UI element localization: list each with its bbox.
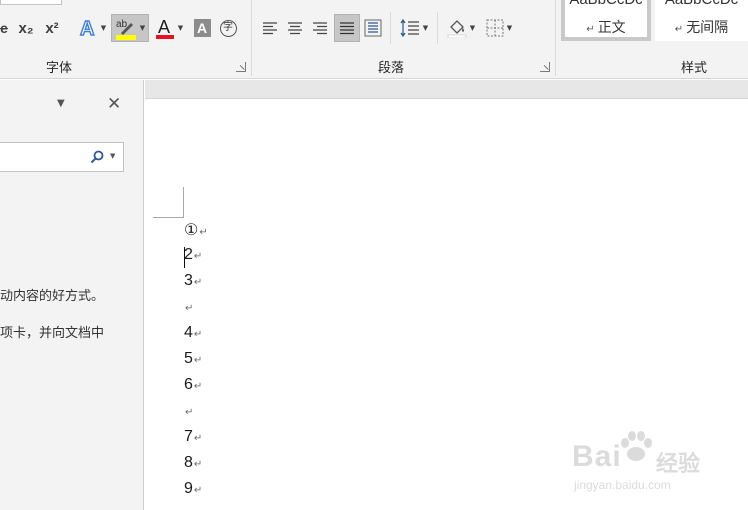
pane-options-chevron-icon[interactable]: ▼ (57, 98, 65, 109)
paragraph-internal-separator (437, 12, 438, 44)
chevron-down-icon[interactable]: ▼ (423, 24, 428, 32)
document-line[interactable]: 8↵ (184, 454, 202, 478)
strikethrough-icon: e (0, 20, 8, 36)
paragraph-mark-icon: ↵ (199, 227, 208, 238)
text-effects-button[interactable]: A ▼ (74, 15, 110, 41)
chevron-down-icon[interactable]: ▼ (101, 24, 106, 32)
search-icon[interactable] (90, 150, 104, 164)
style-normal[interactable]: AaBbCcDc ↵正文 (561, 0, 651, 41)
chevron-down-icon[interactable]: ▼ (470, 24, 475, 32)
page-margin-marker (153, 187, 184, 218)
align-center-button[interactable] (284, 15, 306, 41)
document-line[interactable]: ①↵ (184, 220, 208, 244)
line-spacing-button[interactable]: ▼ (396, 15, 432, 41)
styles-group-label: 样式 (681, 61, 708, 76)
justify-icon (340, 22, 354, 35)
style-name: 无间隔 (686, 20, 729, 36)
paragraph-group-label: 段落 (378, 61, 405, 76)
chevron-down-icon[interactable]: ▼ (110, 152, 115, 160)
ribbon: e x₂ x² A ▼ ab ▼ A ▼ A 字 字体 ▼ ▼ ▼ 段落 ↵ 正… (0, 0, 748, 79)
document-line[interactable]: 3↵ (184, 272, 202, 296)
paw-logo-icon (621, 431, 652, 461)
enclosed-character-icon: 字 (219, 19, 237, 37)
text-effects-icon: A (79, 17, 95, 39)
strikethrough-button[interactable]: e (0, 15, 12, 41)
enclose-characters-button[interactable]: 字 (217, 15, 239, 41)
align-right-button[interactable] (309, 15, 331, 41)
align-center-icon (288, 22, 302, 35)
justify-button[interactable] (334, 14, 360, 42)
style-no-spacing[interactable]: AaBbCcDc ↵无间隔 (655, 0, 748, 41)
document-line[interactable]: ↵ (184, 298, 193, 322)
document-line[interactable]: 9↵ (184, 480, 202, 504)
watermark-url: jingyan.baidu.com (574, 478, 671, 492)
baidu-jingyan-watermark: Bai 经验 jingyan.baidu.com (572, 430, 742, 500)
watermark-brand-suffix: 经验 (656, 452, 701, 477)
document-line[interactable]: ↵ (184, 402, 193, 426)
group-separator (555, 0, 556, 76)
superscript-button[interactable]: x² (40, 15, 64, 41)
close-icon[interactable]: ✕ (107, 94, 121, 114)
document-line[interactable]: 4↵ (184, 324, 202, 348)
highlight-button[interactable]: ab ▼ (111, 14, 149, 42)
group-separator (251, 0, 252, 76)
paragraph-mark-icon: ↵ (193, 459, 203, 470)
borders-button[interactable]: ▼ (481, 15, 517, 41)
paragraph-internal-separator (390, 12, 391, 44)
font-size-box[interactable] (0, 0, 62, 5)
style-preview: AaBbCcDc (655, 0, 748, 8)
paragraph-mark-icon: ↵ (193, 329, 203, 340)
chevron-down-icon[interactable]: ▼ (140, 24, 145, 32)
paragraph-mark-icon: ↵ (586, 24, 595, 35)
paragraph-mark-icon: ↵ (193, 381, 203, 392)
align-left-icon (263, 22, 277, 35)
subscript-icon: x₂ (18, 19, 34, 37)
subscript-button[interactable]: x₂ (14, 15, 38, 41)
svg-text:A: A (80, 18, 94, 39)
paragraph-mark-icon: ↵ (193, 433, 203, 444)
distributed-button[interactable] (362, 15, 384, 41)
document-line[interactable]: 7↵ (184, 428, 202, 452)
paragraph-mark-icon: ↵ (193, 251, 203, 262)
highlight-color-bar (115, 35, 136, 40)
watermark-brand: Bai (572, 440, 622, 473)
paragraph-mark-icon: ↵ (193, 355, 203, 366)
ruler (145, 80, 748, 99)
paragraph-mark-icon: ↵ (185, 407, 194, 418)
borders-icon (486, 19, 504, 37)
align-left-button[interactable] (259, 15, 281, 41)
style-name: 正文 (597, 20, 626, 36)
chevron-down-icon[interactable]: ▼ (178, 24, 183, 32)
font-group-label: 字体 (46, 61, 73, 76)
font-color-icon: A (155, 17, 174, 39)
character-shading-icon: A (193, 19, 211, 37)
nav-help-text-line-2: 项卡，并向文档中 (0, 326, 105, 341)
nav-help-text-line-1: 动内容的好方式。 (0, 289, 105, 304)
font-color-bar (155, 35, 174, 39)
shading-button[interactable]: ▼ (443, 15, 479, 41)
navigation-pane: ▼ ✕ ▼ 动内容的好方式。 项卡，并向文档中 (0, 80, 144, 510)
line-spacing-icon (400, 19, 419, 37)
paragraph-dialog-launcher-icon[interactable] (540, 62, 550, 72)
paragraph-mark-icon: ↵ (193, 277, 203, 288)
search-input[interactable]: ▼ (0, 142, 124, 172)
document-line[interactable]: 2↵ (184, 246, 202, 270)
font-color-button[interactable]: A ▼ (151, 15, 187, 41)
character-shading-button[interactable]: A (191, 15, 213, 41)
paint-bucket-icon (447, 20, 467, 38)
distributed-icon (364, 19, 382, 37)
document-line[interactable]: 6↵ (184, 376, 202, 400)
superscript-icon: x² (45, 19, 59, 37)
document-line[interactable]: 5↵ (184, 350, 202, 374)
paragraph-mark-icon: ↵ (674, 24, 684, 35)
font-dialog-launcher-icon[interactable] (236, 62, 246, 72)
text-cursor (184, 247, 185, 268)
align-right-icon (313, 22, 327, 35)
paragraph-mark-icon: ↵ (185, 303, 194, 314)
highlighter-icon: ab (115, 19, 136, 40)
style-preview: AaBbCcDc (565, 0, 647, 8)
paragraph-mark-icon: ↵ (193, 485, 203, 496)
chevron-down-icon[interactable]: ▼ (507, 24, 512, 32)
svg-text:A: A (158, 17, 170, 37)
